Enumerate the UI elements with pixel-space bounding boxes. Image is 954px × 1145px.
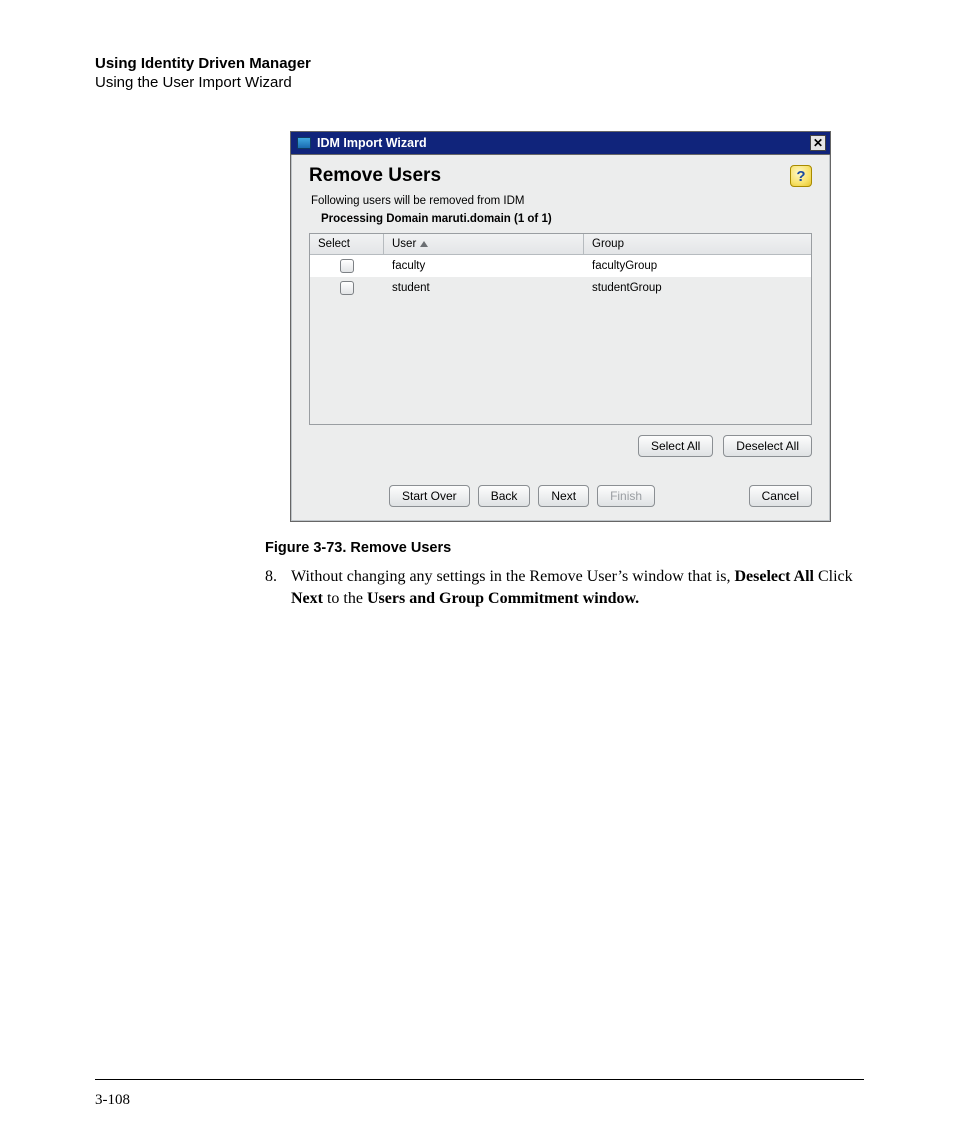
column-header-user[interactable]: User (384, 234, 584, 255)
dialog-window-title: IDM Import Wizard (317, 136, 427, 150)
cell-user: faculty (384, 260, 584, 272)
page-header-title: Using Identity Driven Manager (95, 55, 864, 72)
page-header-subtitle: Using the User Import Wizard (95, 74, 864, 91)
row-checkbox[interactable] (340, 259, 354, 273)
users-table: Select User Group faculty facultyGroup (309, 233, 812, 425)
finish-button: Finish (597, 485, 655, 507)
table-header-row: Select User Group (310, 234, 811, 255)
select-all-button[interactable]: Select All (638, 435, 713, 457)
start-over-button[interactable]: Start Over (389, 485, 470, 507)
back-button[interactable]: Back (478, 485, 531, 507)
table-row[interactable]: faculty facultyGroup (310, 255, 811, 277)
row-checkbox[interactable] (340, 281, 354, 295)
step-text-mid1: Click (814, 568, 853, 585)
help-icon[interactable]: ? (790, 165, 812, 187)
cell-user: student (384, 282, 584, 294)
import-wizard-dialog: IDM Import Wizard ✕ Remove Users ? Follo… (290, 131, 831, 522)
column-header-user-label: User (392, 238, 416, 250)
step-text-mid2: to the (323, 590, 367, 607)
step-text-pre: Without changing any settings in the Rem… (291, 568, 734, 585)
next-button[interactable]: Next (538, 485, 589, 507)
step-bold-deselect-all: Deselect All (734, 568, 814, 585)
step-bold-next: Next (291, 590, 323, 607)
close-icon[interactable]: ✕ (810, 135, 826, 151)
step-number: 8. (265, 566, 283, 609)
cell-group: facultyGroup (584, 260, 811, 272)
app-icon (297, 137, 311, 149)
step-bold-window: Users and Group Commitment window. (367, 590, 639, 607)
page-number: 3-108 (95, 1092, 130, 1109)
column-header-group[interactable]: Group (584, 234, 811, 255)
dialog-description: Following users will be removed from IDM (311, 195, 812, 207)
sort-ascending-icon (420, 241, 428, 247)
figure-caption: Figure 3-73. Remove Users (265, 540, 864, 556)
processing-domain-label: Processing Domain maruti.domain (1 of 1) (321, 213, 812, 225)
deselect-all-button[interactable]: Deselect All (723, 435, 812, 457)
column-header-select[interactable]: Select (310, 234, 384, 255)
dialog-titlebar: IDM Import Wizard ✕ (291, 132, 830, 155)
table-row[interactable]: student studentGroup (310, 277, 811, 299)
instruction-step: 8. Without changing any settings in the … (265, 566, 864, 609)
cell-group: studentGroup (584, 282, 811, 294)
cancel-button[interactable]: Cancel (749, 485, 812, 507)
dialog-heading: Remove Users (309, 165, 441, 187)
footer-rule (95, 1079, 864, 1080)
